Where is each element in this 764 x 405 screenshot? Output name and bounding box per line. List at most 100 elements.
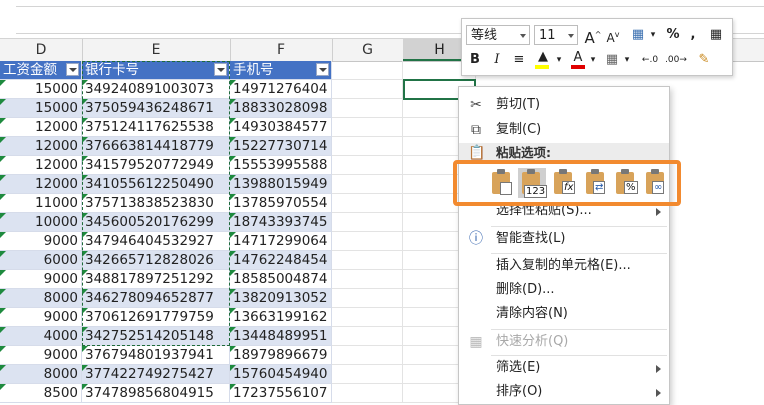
percent-style-button[interactable]: %	[664, 25, 682, 45]
menu-item-sort[interactable]: 排序(O)	[459, 380, 669, 404]
salary-cell[interactable]: 12000	[0, 156, 82, 175]
menu-item-clear-contents[interactable]: 清除内容(N)	[459, 302, 669, 326]
bank-card-cell[interactable]: 348817897251292	[82, 270, 230, 289]
empty-cell[interactable]	[332, 232, 403, 251]
salary-cell[interactable]: 15000	[0, 80, 82, 99]
bank-card-cell[interactable]: 342665712828026	[82, 251, 230, 270]
chevron-down-icon[interactable]: ▾	[588, 50, 598, 70]
empty-cell[interactable]	[332, 156, 403, 175]
empty-cell[interactable]	[332, 365, 403, 384]
empty-cell[interactable]	[332, 213, 403, 232]
header-bank-card[interactable]: 银行卡号	[82, 61, 230, 80]
empty-cell[interactable]	[332, 308, 403, 327]
accounting-format-icon[interactable]: ▦	[628, 25, 648, 45]
salary-cell[interactable]: 8000	[0, 289, 82, 308]
phone-cell[interactable]: 18585004874	[230, 270, 332, 289]
chevron-down-icon[interactable]: ▾	[622, 50, 632, 70]
column-header-e[interactable]: E	[82, 39, 231, 61]
align-center-icon[interactable]: ≡	[510, 50, 528, 70]
filter-dropdown-icon[interactable]	[66, 63, 79, 76]
empty-cell[interactable]	[332, 99, 403, 118]
column-header-f[interactable]: F	[230, 39, 333, 61]
salary-cell[interactable]: 12000	[0, 137, 82, 156]
salary-cell[interactable]: 9000	[0, 308, 82, 327]
salary-cell[interactable]: 11000	[0, 194, 82, 213]
bank-card-cell[interactable]: 347946404532927	[82, 232, 230, 251]
bank-card-cell[interactable]: 346278094652877	[82, 289, 230, 308]
column-header-d[interactable]: D	[0, 39, 83, 61]
salary-cell[interactable]: 10000	[0, 213, 82, 232]
bank-card-cell[interactable]: 341055612250490	[82, 175, 230, 194]
phone-cell[interactable]: 14717299064	[230, 232, 332, 251]
phone-cell[interactable]: 13448489951	[230, 327, 332, 346]
empty-cell[interactable]	[332, 346, 403, 365]
phone-cell[interactable]: 13785970554	[230, 194, 332, 213]
empty-cell[interactable]	[332, 270, 403, 289]
phone-cell[interactable]: 18979896679	[230, 346, 332, 365]
salary-cell[interactable]: 9000	[0, 270, 82, 289]
phone-cell[interactable]: 14930384577	[230, 118, 332, 137]
font-size-select[interactable]: 11	[534, 25, 578, 45]
menu-item-delete[interactable]: 删除(D)...	[459, 278, 669, 302]
empty-cell[interactable]	[332, 251, 403, 270]
empty-cell[interactable]	[332, 80, 403, 99]
bank-card-cell[interactable]: 342752514205148	[82, 327, 230, 346]
empty-cell[interactable]	[332, 289, 403, 308]
chevron-down-icon[interactable]: ▾	[648, 25, 658, 45]
phone-cell[interactable]: 17237556107	[230, 384, 332, 403]
empty-cell[interactable]	[332, 61, 403, 80]
italic-button[interactable]: I	[488, 50, 506, 70]
decrease-decimal-icon[interactable]: .00→	[664, 50, 688, 70]
phone-cell[interactable]: 18833028098	[230, 99, 332, 118]
decrease-font-icon[interactable]: Av	[604, 25, 622, 45]
empty-cell[interactable]	[332, 194, 403, 213]
salary-cell[interactable]: 4000	[0, 327, 82, 346]
bank-card-cell[interactable]: 375059436248671	[82, 99, 230, 118]
bank-card-cell[interactable]: 377422749275427	[82, 365, 230, 384]
chevron-down-icon[interactable]: ▾	[554, 50, 564, 70]
borders-icon[interactable]: ▦	[602, 50, 622, 70]
salary-cell[interactable]: 6000	[0, 251, 82, 270]
bold-button[interactable]: B	[466, 50, 484, 70]
filter-dropdown-icon[interactable]	[214, 63, 227, 76]
menu-item-cut[interactable]: ✂ 剪切(T)	[459, 93, 669, 117]
comma-style-button[interactable]: ,	[686, 25, 700, 45]
salary-cell[interactable]: 12000	[0, 175, 82, 194]
phone-cell[interactable]: 15227730714	[230, 137, 332, 156]
phone-cell[interactable]: 15760454940	[230, 365, 332, 384]
salary-cell[interactable]: 9000	[0, 346, 82, 365]
empty-cell[interactable]	[332, 137, 403, 156]
salary-cell[interactable]: 8500	[0, 384, 82, 403]
bank-card-cell[interactable]: 375713838523830	[82, 194, 230, 213]
format-table-icon[interactable]: ▦	[706, 25, 726, 45]
bank-card-cell[interactable]: 345600520176299	[82, 213, 230, 232]
salary-cell[interactable]: 12000	[0, 118, 82, 137]
menu-item-smart-lookup[interactable]: ⓘ 智能查找(L)	[459, 227, 669, 251]
empty-cell[interactable]	[332, 175, 403, 194]
phone-cell[interactable]: 15553995588	[230, 156, 332, 175]
font-color-icon[interactable]: A	[568, 50, 588, 70]
salary-cell[interactable]: 8000	[0, 365, 82, 384]
increase-font-icon[interactable]: A^	[584, 25, 602, 47]
header-salary[interactable]: 工资金额	[0, 61, 82, 80]
increase-decimal-icon[interactable]: ←.0	[638, 50, 662, 70]
font-name-select[interactable]: 等线	[466, 25, 530, 45]
bank-card-cell[interactable]: 349240891003073	[82, 80, 230, 99]
salary-cell[interactable]: 15000	[0, 99, 82, 118]
phone-cell[interactable]: 13988015949	[230, 175, 332, 194]
menu-item-insert-copied-cells[interactable]: 插入复制的单元格(E)...	[459, 254, 669, 278]
filter-dropdown-icon[interactable]	[316, 63, 329, 76]
empty-cell[interactable]	[332, 118, 403, 137]
menu-item-filter[interactable]: 筛选(E)	[459, 356, 669, 380]
empty-cell[interactable]	[332, 327, 403, 346]
empty-cell[interactable]	[332, 384, 403, 403]
fill-color-icon[interactable]: ▲	[532, 50, 554, 70]
header-phone[interactable]: 手机号	[230, 61, 332, 80]
phone-cell[interactable]: 13663199162	[230, 308, 332, 327]
column-header-g[interactable]: G	[332, 39, 404, 61]
bank-card-cell[interactable]: 375124117625538	[82, 118, 230, 137]
bank-card-cell[interactable]: 341579520772949	[82, 156, 230, 175]
phone-cell[interactable]: 13820913052	[230, 289, 332, 308]
salary-cell[interactable]: 9000	[0, 232, 82, 251]
name-box[interactable]	[0, 6, 17, 32]
